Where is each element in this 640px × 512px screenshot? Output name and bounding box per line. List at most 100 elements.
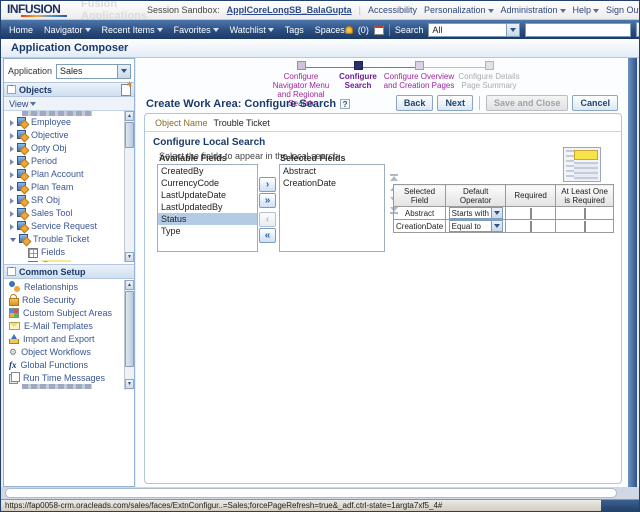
required-checkbox[interactable] — [529, 207, 532, 219]
nav-recent-items[interactable]: Recent Items — [102, 25, 163, 35]
session-sandbox-link[interactable]: ApplCoreLongSB_BalaGupta — [227, 5, 352, 15]
sidebar-item-sr-obj[interactable]: SR Obj — [4, 194, 134, 207]
notifications-bell-icon[interactable] — [344, 25, 353, 34]
sidebar-item-import-and-export[interactable]: Import and Export — [4, 332, 134, 345]
operator-cell: Equal to — [445, 219, 507, 233]
list-item[interactable]: LastUpdatedBy — [158, 201, 257, 213]
train-stop-icon[interactable] — [296, 61, 306, 70]
expand-icon[interactable] — [10, 210, 14, 217]
back-button[interactable]: Back — [395, 95, 434, 111]
sidebar-item-objective[interactable]: Objective — [4, 129, 134, 142]
horizontal-scrollbar[interactable] — [5, 488, 617, 498]
available-fields-label: Available Fields — [159, 153, 227, 163]
nav-watchlist[interactable]: Watchlist — [230, 25, 274, 35]
remove-all-button[interactable]: « — [259, 228, 276, 243]
next-button[interactable]: Next — [437, 95, 473, 111]
notifications-count: (0) — [357, 24, 369, 35]
search-scope-select[interactable]: All — [428, 22, 521, 37]
expand-icon[interactable] — [10, 184, 14, 191]
sidebar-item-global-functions[interactable]: fx Global Functions — [4, 358, 134, 371]
list-item[interactable]: Abstract — [280, 165, 384, 177]
list-item-selected[interactable]: Status — [158, 213, 257, 225]
application-select[interactable]: Sales — [56, 63, 131, 79]
collapse-icon[interactable]: ˇ — [7, 267, 16, 276]
sidebar-item-plan-team[interactable]: Plan Team — [4, 181, 134, 194]
scroll-down-button[interactable]: ▼ — [125, 379, 134, 389]
personalization-menu[interactable]: Personalization — [424, 5, 494, 15]
sidebar-item-relationships[interactable]: Relationships — [4, 280, 134, 293]
common-setup-scrollbar[interactable]: ▲ ▼ — [124, 280, 134, 390]
dropdown-arrow-icon[interactable] — [117, 64, 130, 78]
list-item[interactable]: Type — [158, 225, 257, 237]
move-button[interactable]: › — [259, 177, 276, 192]
list-item[interactable]: CurrencyCode — [158, 177, 257, 189]
train-stop-icon[interactable] — [414, 61, 424, 70]
sidebar-item-email-templates[interactable]: E-Mail Templates — [4, 319, 134, 332]
list-item[interactable]: LastUpdateDate — [158, 189, 257, 201]
collapse-icon[interactable] — [10, 237, 16, 242]
horizontal-scroll-zone — [1, 487, 639, 499]
expand-icon[interactable] — [10, 119, 14, 126]
collapse-icon[interactable]: ˇ — [7, 85, 16, 94]
sidebar-item-employee[interactable]: Employee — [4, 116, 134, 129]
help-menu[interactable]: Help — [573, 5, 600, 15]
tree-scrollbar[interactable]: ▲ ▼ — [124, 111, 134, 262]
expand-icon[interactable] — [10, 197, 14, 204]
window-scrollbar-strip[interactable] — [628, 58, 637, 487]
search-input[interactable] — [525, 22, 632, 37]
search-go-button[interactable]: ▶ — [636, 22, 639, 37]
nav-home[interactable]: Home — [9, 25, 33, 35]
scroll-up-button[interactable]: ▲ — [125, 280, 134, 290]
dropdown-arrow-icon[interactable] — [490, 208, 502, 218]
sidebar-item-opty-obj[interactable]: Opty Obj — [4, 142, 134, 155]
selected-fields-list[interactable]: Abstract CreationDate — [279, 164, 385, 252]
nav-favorites[interactable]: Favorites — [174, 25, 219, 35]
operator-select[interactable]: Starts with — [448, 207, 503, 219]
available-fields-list[interactable]: CreatedBy CurrencyCode LastUpdateDate La… — [157, 164, 258, 252]
sidebar-item-run-time-messages[interactable]: Run Time Messages — [4, 371, 134, 384]
operator-select[interactable]: Equal to — [448, 220, 503, 232]
scrollbar-thumb[interactable] — [125, 291, 134, 367]
save-and-close-button[interactable]: Save and Close — [485, 95, 569, 111]
sign-out-link[interactable]: Sign Out — [606, 5, 639, 15]
sidebar-item-service-request[interactable]: Service Request — [4, 220, 134, 233]
expand-icon[interactable] — [10, 145, 14, 152]
sidebar-item-role-security[interactable]: Role Security — [4, 293, 134, 306]
scroll-down-button[interactable]: ▼ — [125, 252, 134, 262]
nav-tags[interactable]: Tags — [285, 25, 304, 35]
scrollbar-thumb[interactable] — [125, 122, 134, 148]
dropdown-arrow-icon[interactable] — [506, 23, 520, 36]
list-item[interactable]: CreatedBy — [158, 165, 257, 177]
sidebar-item-trouble-ticket[interactable]: Trouble Ticket — [4, 233, 134, 246]
nav-spaces[interactable]: Spaces — [315, 25, 345, 35]
dropdown-arrow-icon[interactable] — [490, 221, 502, 231]
accessibility-link[interactable]: Accessibility — [368, 5, 417, 15]
administration-menu[interactable]: Administration — [501, 5, 566, 15]
list-item-clipped[interactable] — [4, 384, 134, 389]
expand-icon[interactable] — [10, 171, 14, 178]
sidebar-item-period[interactable]: Period — [4, 155, 134, 168]
move-all-button[interactable]: » — [259, 193, 276, 208]
sidebar-item-object-workflows[interactable]: ⚙ Object Workflows — [4, 345, 134, 358]
list-item[interactable]: CreationDate — [280, 177, 384, 189]
expand-icon[interactable] — [10, 223, 14, 230]
nav-navigator[interactable]: Navigator — [44, 25, 91, 35]
at-least-one-checkbox[interactable] — [583, 220, 586, 232]
sidebar-item-sales-tool[interactable]: Sales Tool — [4, 207, 134, 220]
view-menu[interactable]: View — [4, 97, 134, 111]
help-icon[interactable]: ? — [340, 99, 351, 109]
train-stop-icon[interactable] — [353, 61, 363, 70]
cancel-button[interactable]: Cancel — [572, 95, 618, 111]
expand-icon[interactable] — [10, 158, 14, 165]
expand-icon[interactable] — [10, 132, 14, 139]
calendar-icon[interactable] — [373, 24, 384, 35]
status-bar-corner — [601, 500, 639, 511]
at-least-one-checkbox[interactable] — [583, 207, 586, 219]
new-object-icon[interactable] — [121, 80, 133, 96]
sidebar-item-pages[interactable]: Pages — [4, 259, 134, 262]
sidebar-item-plan-account[interactable]: Plan Account — [4, 168, 134, 181]
sidebar-item-fields[interactable]: Fields — [4, 246, 134, 259]
scroll-up-button[interactable]: ▲ — [125, 111, 134, 121]
sidebar-item-custom-subject-areas[interactable]: Custom Subject Areas — [4, 306, 134, 319]
required-checkbox[interactable] — [529, 220, 532, 232]
